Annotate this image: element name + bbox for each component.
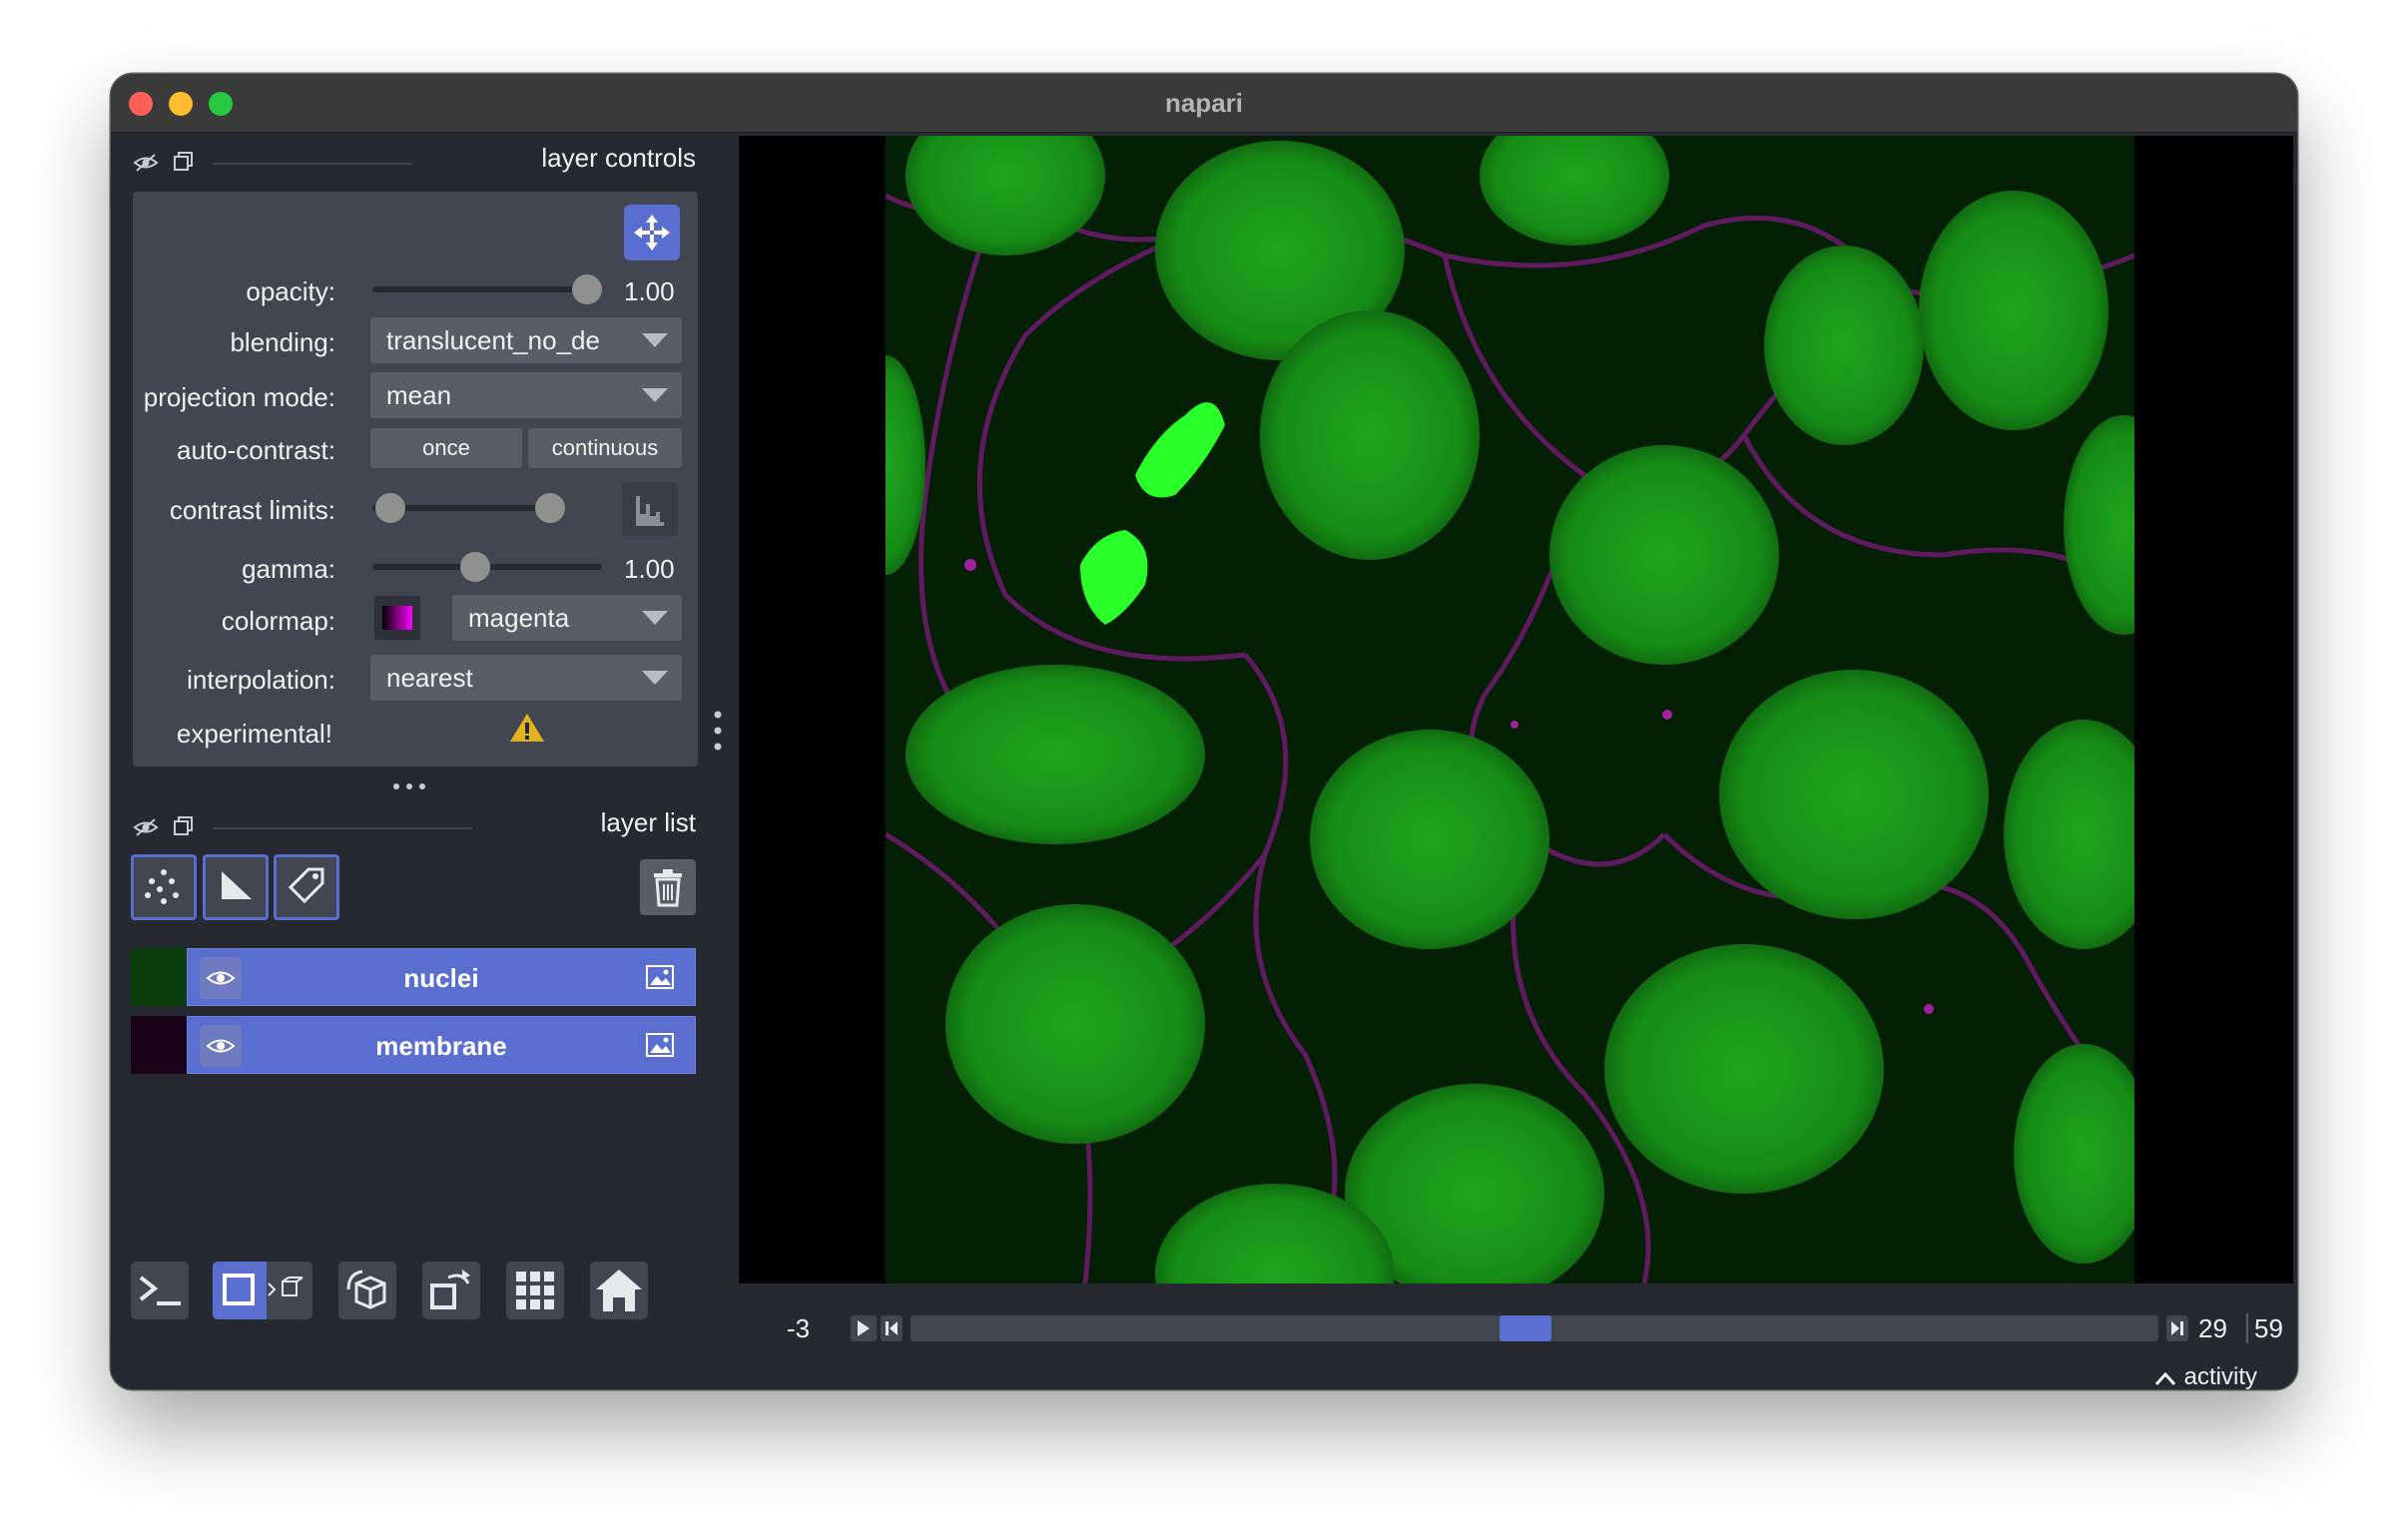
vertical-splitter-handle[interactable] (713, 709, 723, 753)
new-shapes-layer-button[interactable] (203, 854, 269, 920)
frame-divider (2246, 1313, 2248, 1343)
title-bar: napari (111, 74, 2297, 133)
chevron-down-icon (642, 333, 668, 347)
opacity-label: opacity: (246, 276, 335, 306)
colormap-dropdown[interactable]: magenta (452, 595, 682, 641)
layer-item-membrane[interactable]: membrane (187, 1016, 696, 1074)
blending-label: blending: (230, 327, 335, 357)
layer-controls-panel: opacity: 1.00 blending: translucent_no_d… (133, 192, 698, 767)
interpolation-value: nearest (386, 663, 473, 693)
roll-dimensions-button[interactable] (338, 1262, 396, 1319)
napari-window: napari layer controls opacity: 1.00 blen… (111, 74, 2297, 1389)
chevron-down-icon (642, 388, 668, 402)
layer-row-membrane[interactable]: membrane (131, 1016, 696, 1074)
grid-view-button[interactable] (506, 1262, 564, 1319)
step-back-icon[interactable] (881, 1315, 903, 1341)
horizontal-splitter-handle[interactable] (390, 781, 432, 791)
colormap-label: colormap: (221, 606, 335, 636)
header-divider (213, 827, 472, 829)
interpolation-label: interpolation: (187, 665, 335, 695)
gamma-slider-handle[interactable] (460, 552, 490, 582)
step-forward-icon[interactable] (2166, 1315, 2188, 1341)
activity-toggle[interactable]: activity (2153, 1363, 2257, 1389)
experimental-label: experimental! (176, 719, 332, 749)
pan-zoom-button[interactable] (624, 205, 680, 260)
layer-list-title: layer list (600, 807, 696, 837)
auto-contrast-once-button[interactable]: once (370, 428, 522, 468)
interpolation-dropdown[interactable]: nearest (370, 655, 682, 701)
dims-slider-handle[interactable] (1500, 1315, 1551, 1341)
gamma-value[interactable]: 1.00 (624, 554, 675, 585)
console-icon (139, 1276, 181, 1305)
contrast-limits-label: contrast limits: (169, 495, 335, 525)
projection-mode-label: projection mode: (143, 382, 335, 412)
ndisplay-button[interactable] (213, 1262, 312, 1319)
opacity-slider-handle[interactable] (572, 274, 602, 304)
move-icon (634, 215, 670, 251)
layer-thumbnail (131, 1016, 187, 1074)
grid-icon (516, 1272, 554, 1309)
microscopy-image (886, 136, 2134, 1283)
layer-item-nuclei[interactable]: nuclei (187, 948, 696, 1006)
3d-cube-icon (346, 1270, 386, 1309)
total-frames: 59 (2254, 1313, 2283, 1343)
colormap-swatch (382, 606, 412, 630)
copy-icon[interactable] (173, 815, 195, 837)
reset-view-button[interactable] (590, 1262, 648, 1319)
colormap-preview[interactable] (374, 596, 420, 640)
axis-label[interactable]: -3 (787, 1313, 810, 1344)
window-title: napari (1164, 88, 1244, 118)
play-icon[interactable] (851, 1315, 877, 1341)
histogram-button[interactable] (622, 482, 678, 536)
transpose-icon (430, 1270, 470, 1309)
chevron-down-icon (642, 671, 668, 685)
image-layer-icon (646, 965, 674, 989)
blending-dropdown[interactable]: translucent_no_de (370, 317, 682, 363)
layer-name[interactable]: membrane (188, 1031, 695, 1062)
opacity-slider[interactable] (372, 286, 587, 292)
new-points-layer-button[interactable] (131, 854, 197, 920)
projection-mode-value: mean (386, 380, 452, 410)
layer-thumbnail (131, 948, 187, 1006)
auto-contrast-continuous-button[interactable]: continuous (528, 428, 682, 468)
image-display[interactable] (886, 136, 2134, 1283)
current-frame[interactable]: 29 (2198, 1313, 2227, 1344)
histogram-icon (636, 496, 664, 526)
image-layer-icon (646, 1033, 674, 1057)
contrast-max-handle[interactable] (535, 493, 565, 523)
trash-icon (654, 869, 682, 907)
dims-slider-track[interactable] (910, 1315, 2158, 1341)
auto-contrast-label: auto-contrast: (177, 435, 335, 465)
gamma-label: gamma: (242, 554, 335, 584)
layer-name[interactable]: nuclei (188, 963, 695, 994)
transpose-button[interactable] (422, 1262, 480, 1319)
eye-closed-icon[interactable] (133, 816, 159, 838)
warning-icon[interactable] (508, 711, 546, 745)
opacity-value[interactable]: 1.00 (624, 276, 675, 307)
layer-controls-title: layer controls (541, 143, 696, 173)
header-divider (213, 163, 412, 165)
contrast-min-handle[interactable] (375, 493, 405, 523)
dims-slider-bar: -3 29 59 activity (739, 1283, 2297, 1389)
viewer-canvas[interactable] (739, 136, 2293, 1283)
chevron-down-icon (642, 611, 668, 625)
activity-label: activity (2183, 1363, 2257, 1389)
blending-value: translucent_no_de (386, 325, 600, 355)
colormap-value: magenta (468, 603, 570, 633)
layer-row-nuclei[interactable]: nuclei (131, 948, 696, 1006)
shapes-icon (222, 871, 252, 899)
home-icon (596, 1270, 642, 1311)
console-button[interactable] (131, 1262, 189, 1319)
labels-icon (288, 867, 324, 904)
delete-layer-button[interactable] (640, 859, 696, 915)
copy-icon[interactable] (173, 151, 195, 173)
points-icon (145, 869, 179, 904)
eye-closed-icon[interactable] (133, 152, 159, 174)
projection-mode-dropdown[interactable]: mean (370, 372, 682, 418)
chevron-up-icon (2154, 1371, 2176, 1385)
new-labels-layer-button[interactable] (274, 854, 339, 920)
ndisplay-icon (223, 1274, 303, 1305)
